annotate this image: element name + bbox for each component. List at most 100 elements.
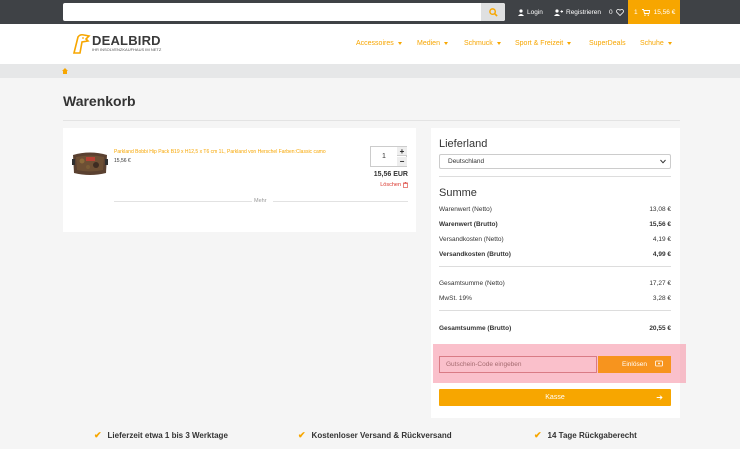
nav-label: Medien bbox=[417, 40, 440, 47]
nav-item-schmuck[interactable]: Schmuck bbox=[464, 40, 501, 47]
nav-label: Sport & Freizeit bbox=[515, 40, 564, 47]
more-toggle[interactable]: Mehr bbox=[254, 198, 267, 204]
cart-icon bbox=[641, 8, 650, 16]
divider bbox=[273, 201, 408, 202]
search-button[interactable] bbox=[481, 3, 505, 21]
search-icon bbox=[488, 7, 498, 17]
order-summary: Lieferland Deutschland Summe Warenwert (… bbox=[431, 128, 686, 418]
user-plus-icon bbox=[554, 8, 563, 16]
logo-tagline: IHR INSOLVENZKAUFHAUS IM NETZ bbox=[92, 47, 162, 52]
nav-label: Schuhe bbox=[640, 40, 664, 47]
quantity-input[interactable]: 1 bbox=[371, 147, 397, 166]
quantity-increase-button[interactable]: + bbox=[397, 147, 407, 156]
delete-label: Löschen bbox=[380, 182, 401, 188]
user-icon bbox=[518, 8, 524, 16]
summary-row: Gesamtsumme (Netto) 17,27 € bbox=[439, 278, 671, 288]
product-image[interactable] bbox=[70, 146, 110, 179]
coupon-input[interactable]: Gutschein-Code eingeben bbox=[439, 356, 597, 373]
checkout-label: Kasse bbox=[545, 394, 565, 401]
summary-row-label: Versandkosten (Brutto) bbox=[439, 250, 511, 258]
check-icon: ✔ bbox=[94, 430, 102, 440]
summary-row-value: 4,19 € bbox=[652, 235, 671, 243]
nav-item-medien[interactable]: Medien bbox=[417, 40, 448, 47]
divider bbox=[439, 176, 671, 177]
summary-row-label: Gesamtsumme (Brutto) bbox=[439, 324, 512, 332]
chevron-down-icon bbox=[397, 42, 402, 45]
cart-item-card: Parkland Bobbi Hip Pack B19 x H12,5 x T6… bbox=[63, 128, 416, 232]
summary-row-value: 4,99 € bbox=[652, 250, 671, 258]
delivery-country-heading: Lieferland bbox=[439, 138, 488, 150]
wishlist-count: 0 bbox=[609, 8, 613, 16]
cart-button[interactable]: 1 15,56 € bbox=[628, 0, 680, 24]
login-link[interactable]: Login bbox=[518, 6, 543, 18]
cart-total: 15,56 € bbox=[653, 8, 676, 16]
summary-row: Warenwert (Netto) 13,08 € bbox=[439, 204, 671, 214]
cart-count: 1 bbox=[634, 8, 638, 16]
logo[interactable]: DEALBIRD IHR INSOLVENZKAUFHAUS IM NETZ bbox=[72, 33, 182, 57]
summary-row-label: Warenwert (Brutto) bbox=[439, 220, 498, 228]
sum-heading: Summe bbox=[439, 187, 477, 199]
logo-name: DEALBIRD bbox=[92, 33, 161, 48]
usp-label: Lieferzeit etwa 1 bis 3 Werktage bbox=[107, 431, 228, 440]
usp-free-shipping: ✔ Kostenloser Versand & Rückversand bbox=[298, 430, 452, 441]
summary-row-label: MwSt. 19% bbox=[439, 294, 472, 302]
summary-row-value: 13,08 € bbox=[649, 205, 671, 213]
product-name-link[interactable]: Parkland Bobbi Hip Pack B19 x H12,5 x T6… bbox=[114, 149, 364, 155]
nav-item-sport-freizeit[interactable]: Sport & Freizeit bbox=[515, 40, 572, 47]
quantity-decrease-button[interactable]: − bbox=[397, 157, 407, 166]
nav-item-schuhe[interactable]: Schuhe bbox=[640, 40, 672, 47]
summary-row-label: Gesamtsumme (Netto) bbox=[439, 279, 505, 287]
check-icon: ✔ bbox=[534, 430, 542, 440]
dealbird-logo-icon bbox=[72, 33, 91, 54]
divider bbox=[439, 310, 671, 311]
delete-button[interactable]: Löschen bbox=[380, 182, 408, 188]
summary-row: Warenwert (Brutto) 15,56 € bbox=[439, 219, 671, 229]
login-label: Login bbox=[527, 8, 543, 16]
summary-row-value: 15,56 € bbox=[649, 220, 671, 228]
register-link[interactable]: Registrieren bbox=[554, 6, 601, 18]
country-select[interactable]: Deutschland bbox=[439, 154, 671, 169]
nav-item-accessoires[interactable]: Accessoires bbox=[356, 40, 402, 47]
arrow-right-icon: ➔ bbox=[656, 393, 663, 402]
line-total: 15,56 EUR bbox=[373, 171, 408, 178]
heart-icon bbox=[615, 8, 624, 16]
chevron-down-icon bbox=[443, 42, 448, 45]
summary-row-value: 20,55 € bbox=[649, 324, 671, 332]
page-title: Warenkorb bbox=[63, 93, 136, 109]
nav-label: Accessoires bbox=[356, 40, 394, 47]
quantity-stepper: 1 + − bbox=[370, 146, 407, 167]
nav-label: Schmuck bbox=[464, 40, 493, 47]
summary-row: Versandkosten (Netto) 4,19 € bbox=[439, 234, 671, 244]
top-bar: Login Registrieren 0 1 15,56 € bbox=[0, 0, 740, 24]
home-icon[interactable] bbox=[62, 68, 68, 74]
register-label: Registrieren bbox=[566, 8, 602, 16]
chevron-down-icon bbox=[667, 42, 672, 45]
redeem-coupon-button[interactable]: Einlösen bbox=[598, 356, 671, 373]
trash-icon bbox=[403, 182, 408, 188]
nav-item-superdeals[interactable]: SuperDeals bbox=[589, 40, 626, 47]
usp-label: 14 Tage Rückgaberecht bbox=[547, 431, 637, 440]
check-icon: ✔ bbox=[298, 430, 306, 440]
search-box bbox=[63, 3, 505, 21]
summary-row-total: Gesamtsumme (Brutto) 20,55 € bbox=[439, 323, 671, 333]
product-unit-price: 15,56 € bbox=[114, 158, 131, 164]
chevron-down-icon bbox=[496, 42, 501, 45]
ticket-icon bbox=[655, 360, 663, 367]
summary-row-label: Versandkosten (Netto) bbox=[439, 235, 504, 243]
divider bbox=[114, 201, 252, 202]
checkout-button[interactable]: Kasse ➔ bbox=[439, 389, 671, 406]
chevron-down-icon bbox=[567, 42, 572, 45]
summary-row-value: 17,27 € bbox=[649, 279, 671, 287]
nav-label: SuperDeals bbox=[589, 40, 626, 47]
wishlist-link[interactable]: 0 bbox=[609, 6, 624, 18]
redeem-coupon-label: Einlösen bbox=[622, 361, 647, 368]
search-input[interactable] bbox=[63, 3, 481, 21]
country-select-value: Deutschland bbox=[448, 158, 485, 165]
summary-row: Versandkosten (Brutto) 4,99 € bbox=[439, 249, 671, 259]
breadcrumb bbox=[0, 64, 740, 78]
summary-row: MwSt. 19% 3,28 € bbox=[439, 293, 671, 303]
usp-delivery-time: ✔ Lieferzeit etwa 1 bis 3 Werktage bbox=[94, 430, 228, 441]
summary-row-value: 3,28 € bbox=[652, 294, 671, 302]
divider bbox=[63, 120, 680, 121]
chevron-down-icon bbox=[660, 159, 666, 164]
